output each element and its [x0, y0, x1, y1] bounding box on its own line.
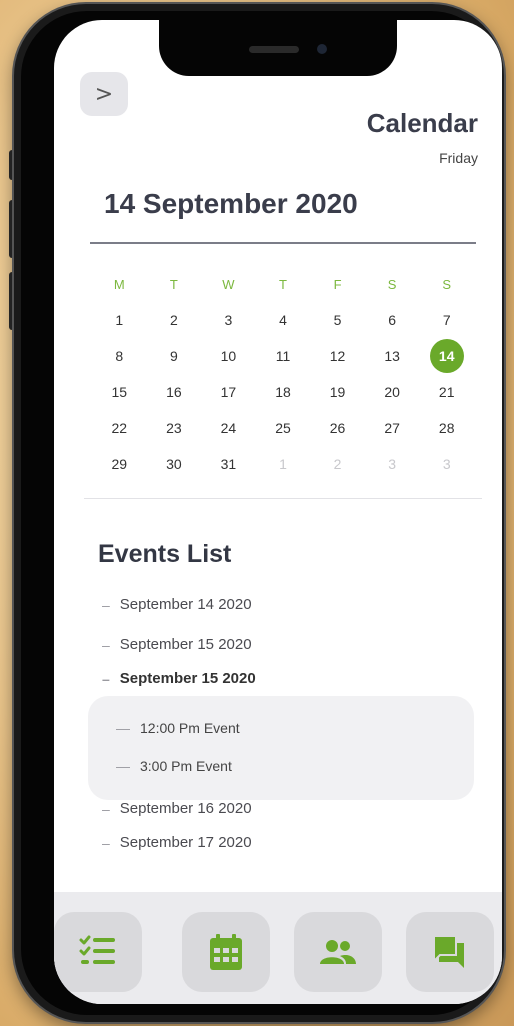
calendar-week: 1 2 3 4 5 6 7: [92, 302, 474, 338]
calendar-day[interactable]: 18: [256, 374, 311, 410]
selected-day-badge: 14: [429, 339, 464, 373]
chevron-right-icon: >: [94, 81, 114, 107]
weekday-tue: T: [169, 276, 178, 292]
front-camera: [317, 44, 327, 54]
calendar-day[interactable]: 9: [147, 338, 202, 374]
phone-frame: > Calendar Friday 14 September 2020 M T …: [14, 4, 504, 1022]
calendar-day[interactable]: 7: [419, 302, 474, 338]
calendar-day[interactable]: 6: [365, 302, 420, 338]
event-entry-label: 12:00 Pm Event: [140, 720, 240, 736]
calendar-day[interactable]: 3: [201, 302, 256, 338]
calendar-grid: M T W T F S S 1 2 3 4 5 6 7 8 9 10 11 12…: [92, 266, 474, 482]
calendar-day[interactable]: 30: [147, 446, 202, 482]
back-button[interactable]: >: [80, 72, 128, 116]
calendar-day[interactable]: 1: [92, 302, 147, 338]
weekday-sat: S: [387, 276, 397, 292]
weekday-thu: T: [279, 276, 287, 292]
calendar-day[interactable]: 28: [419, 410, 474, 446]
calendar-day[interactable]: 2: [147, 302, 202, 338]
calendar-day[interactable]: 24: [201, 410, 256, 446]
calendar-icon: [210, 934, 242, 970]
calendar-day[interactable]: 13: [365, 338, 420, 374]
bottom-tab-bar: [54, 892, 502, 1004]
calendar-day[interactable]: 8: [92, 338, 147, 374]
calendar-day[interactable]: 4: [256, 302, 311, 338]
dash-icon: –: [102, 596, 110, 613]
event-date-label: September 15 2020: [119, 670, 256, 687]
dash-icon: –: [102, 800, 110, 817]
calendar-weekday-header: M T W T F S S: [92, 266, 474, 302]
calendar-week: 8 9 10 11 12 13 14: [92, 338, 474, 374]
calendar-day[interactable]: 23: [147, 410, 202, 446]
calendar-day[interactable]: 16: [147, 374, 202, 410]
phone-screen: > Calendar Friday 14 September 2020 M T …: [54, 20, 502, 1004]
notch: [159, 20, 397, 76]
dash-icon: —: [116, 758, 130, 774]
calendar-day[interactable]: 10: [201, 338, 256, 374]
tab-calendar[interactable]: [182, 912, 270, 992]
weekday-mon: M: [113, 276, 125, 292]
event-date-item[interactable]: – September 14 2020: [102, 596, 252, 613]
chat-icon: [433, 935, 464, 968]
tab-messages[interactable]: [406, 912, 494, 992]
heading-divider: [90, 242, 476, 244]
event-date-item[interactable]: – September 17 2020: [102, 834, 252, 851]
calendar-day[interactable]: 17: [201, 374, 256, 410]
calendar-day[interactable]: 25: [256, 410, 311, 446]
events-list-title: Events List: [98, 540, 232, 568]
event-date-item[interactable]: – September 15 2020: [102, 636, 252, 653]
event-date-label: September 15 2020: [119, 636, 252, 653]
event-entry[interactable]: — 3:00 Pm Event: [116, 758, 232, 774]
calendar-day[interactable]: 19: [310, 374, 365, 410]
calendar-day-next-month[interactable]: 2: [310, 446, 365, 482]
dash-icon: –: [102, 670, 110, 687]
weekday-fri: F: [333, 276, 342, 292]
weekday-sun: S: [442, 276, 452, 292]
weekday-wed: W: [222, 276, 235, 292]
calendar-day[interactable]: 22: [92, 410, 147, 446]
dash-icon: –: [102, 834, 110, 851]
calendar-day[interactable]: 26: [310, 410, 365, 446]
event-entry[interactable]: — 12:00 Pm Event: [116, 720, 240, 736]
event-entry-label: 3:00 Pm Event: [140, 758, 232, 774]
calendar-day-next-month[interactable]: 3: [365, 446, 420, 482]
calendar-day[interactable]: 11: [256, 338, 311, 374]
expanded-events-panel: — 12:00 Pm Event — 3:00 Pm Event: [88, 696, 474, 800]
dash-icon: —: [116, 720, 130, 736]
calendar-week: 22 23 24 25 26 27 28: [92, 410, 474, 446]
calendar-divider: [84, 498, 482, 499]
calendar-day-next-month[interactable]: 3: [419, 446, 474, 482]
event-date-item[interactable]: – September 16 2020: [102, 800, 252, 817]
calendar-day[interactable]: 29: [92, 446, 147, 482]
calendar-day[interactable]: 31: [201, 446, 256, 482]
page-title: Calendar: [366, 108, 478, 138]
checklist-icon: [79, 935, 115, 964]
calendar-day[interactable]: 12: [310, 338, 365, 374]
event-date-item-expanded[interactable]: – September 15 2020: [102, 670, 256, 687]
weekday-label: Friday: [439, 150, 478, 166]
tab-checklist[interactable]: [54, 912, 142, 992]
event-date-label: September 14 2020: [119, 596, 252, 613]
calendar-week: 15 16 17 18 19 20 21: [92, 374, 474, 410]
calendar-day-selected[interactable]: 14: [419, 338, 474, 374]
calendar-day[interactable]: 15: [92, 374, 147, 410]
calendar-day[interactable]: 20: [365, 374, 420, 410]
calendar-day[interactable]: 27: [365, 410, 420, 446]
selected-date-heading: 14 September 2020: [104, 188, 358, 219]
event-date-label: September 17 2020: [119, 834, 252, 851]
calendar-day[interactable]: 21: [419, 374, 474, 410]
calendar-day[interactable]: 5: [310, 302, 365, 338]
calendar-week: 29 30 31 1 2 3 3: [92, 446, 474, 482]
tab-people[interactable]: [294, 912, 382, 992]
speaker: [249, 46, 299, 53]
event-date-label: September 16 2020: [119, 800, 252, 817]
dash-icon: –: [102, 636, 110, 653]
people-icon: [320, 940, 356, 964]
calendar-day-next-month[interactable]: 1: [256, 446, 311, 482]
